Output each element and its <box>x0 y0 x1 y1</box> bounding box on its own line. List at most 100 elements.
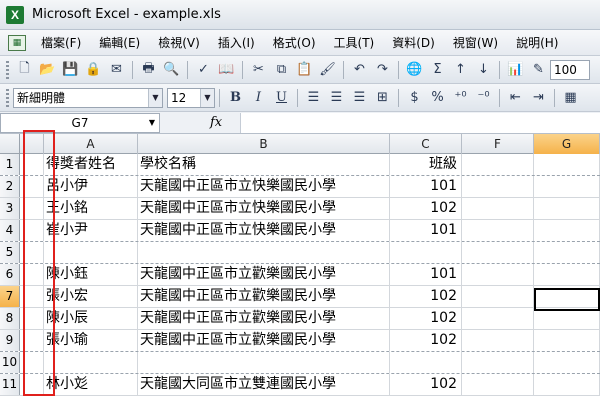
currency-button[interactable]: $ <box>404 87 425 108</box>
cell-class[interactable]: 102 <box>390 286 462 307</box>
cell-g[interactable] <box>534 330 600 351</box>
menu-format[interactable]: 格式(O) <box>264 32 325 54</box>
merge-center-icon[interactable]: ⊞ <box>372 87 393 108</box>
new-icon[interactable]: 🗋 <box>14 59 35 80</box>
cell-name[interactable]: 得獎者姓名 <box>44 154 138 175</box>
cell-g[interactable] <box>534 308 600 329</box>
chart-wizard-icon[interactable]: 📊 <box>505 59 526 80</box>
bold-button[interactable]: B <box>225 87 246 108</box>
row-header[interactable]: 1 <box>0 154 20 175</box>
cell-class[interactable]: 101 <box>390 220 462 241</box>
zoom-box[interactable]: 100 <box>550 59 590 80</box>
open-icon[interactable]: 📂 <box>37 59 58 80</box>
research-icon[interactable]: 📖 <box>216 59 237 80</box>
menu-window[interactable]: 視窗(W) <box>444 32 507 54</box>
format-painter-icon[interactable]: 🖌 <box>317 59 338 80</box>
chevron-down-icon[interactable]: ▼ <box>145 114 159 132</box>
cell-g[interactable] <box>534 264 600 285</box>
cell-name[interactable]: 崔小尹 <box>44 220 138 241</box>
row-header[interactable]: 11 <box>0 374 20 395</box>
cell-class[interactable]: 102 <box>390 308 462 329</box>
toolbar-grip[interactable] <box>6 60 9 79</box>
percent-button[interactable]: % <box>427 87 448 108</box>
drawing-icon[interactable]: ✎ <box>528 59 549 80</box>
cell-class[interactable]: 班級 <box>390 154 462 175</box>
cell-g[interactable] <box>534 198 600 219</box>
column-header-c[interactable]: C <box>390 134 462 154</box>
cell-f[interactable] <box>462 242 534 263</box>
column-header-a[interactable]: A <box>44 134 138 154</box>
font-size-select[interactable]: 12 ▼ <box>167 87 215 108</box>
cell-school[interactable]: 天龍國中正區市立歡樂國民小學 <box>138 286 390 307</box>
insert-function-button[interactable]: fx <box>210 115 240 130</box>
cell-g[interactable] <box>534 176 600 197</box>
cell-school[interactable]: 學校名稱 <box>138 154 390 175</box>
decrease-decimal-icon[interactable]: ⁻⁰ <box>473 87 494 108</box>
cell-class[interactable]: 101 <box>390 176 462 197</box>
cell-name[interactable]: 王小銘 <box>44 198 138 219</box>
redo-icon[interactable]: ↷ <box>372 59 393 80</box>
menu-view[interactable]: 檢視(V) <box>149 32 209 54</box>
italic-button[interactable]: I <box>248 87 269 108</box>
print-preview-icon[interactable]: 🔍 <box>161 59 182 80</box>
cell-school[interactable]: 天龍國中正區市立歡樂國民小學 <box>138 308 390 329</box>
cell-name[interactable] <box>44 352 138 373</box>
cell-name[interactable]: 張小宏 <box>44 286 138 307</box>
print-icon[interactable]: 🖶 <box>138 59 159 80</box>
cell-f[interactable] <box>462 198 534 219</box>
active-cell-g7[interactable] <box>534 288 600 311</box>
cell-class[interactable]: 101 <box>390 264 462 285</box>
cell-f[interactable] <box>462 330 534 351</box>
menu-tools[interactable]: 工具(T) <box>325 32 384 54</box>
row-header[interactable]: 6 <box>0 264 20 285</box>
cell-name[interactable]: 張小瑜 <box>44 330 138 351</box>
row-header[interactable]: 2 <box>0 176 20 197</box>
cell-class[interactable]: 102 <box>390 374 462 395</box>
align-center-icon[interactable]: ☰ <box>326 87 347 108</box>
cell-name[interactable]: 陳小鈺 <box>44 264 138 285</box>
menu-data[interactable]: 資料(D) <box>383 32 444 54</box>
menu-help[interactable]: 說明(H) <box>507 32 567 54</box>
cell-f[interactable] <box>462 374 534 395</box>
cell-school[interactable] <box>138 242 390 263</box>
cell-g[interactable] <box>534 154 600 175</box>
chevron-down-icon[interactable]: ▼ <box>200 88 214 107</box>
cell-f[interactable] <box>462 308 534 329</box>
cell-class[interactable] <box>390 352 462 373</box>
cell-school[interactable]: 天龍國大同區市立雙連國民小學 <box>138 374 390 395</box>
paste-icon[interactable]: 📋 <box>294 59 315 80</box>
cell-name[interactable]: 呂小伊 <box>44 176 138 197</box>
menu-file[interactable]: 檔案(F) <box>32 32 90 54</box>
menu-insert[interactable]: 插入(I) <box>209 32 264 54</box>
row-header[interactable]: 9 <box>0 330 20 351</box>
spelling-icon[interactable]: ✓ <box>193 59 214 80</box>
cell-f[interactable] <box>462 352 534 373</box>
row-header[interactable]: 7 <box>0 286 20 307</box>
row-header[interactable]: 5 <box>0 242 20 263</box>
permission-icon[interactable]: 🔒 <box>83 59 104 80</box>
cell-class[interactable] <box>390 242 462 263</box>
column-header-g[interactable]: G <box>534 134 600 154</box>
decrease-indent-icon[interactable]: ⇤ <box>505 87 526 108</box>
cell-g[interactable] <box>534 352 600 373</box>
row-header[interactable]: 4 <box>0 220 20 241</box>
cell-class[interactable]: 102 <box>390 330 462 351</box>
save-icon[interactable]: 💾 <box>60 59 81 80</box>
font-name-select[interactable]: 新細明體 ▼ <box>13 87 163 108</box>
cell-name[interactable]: 陳小辰 <box>44 308 138 329</box>
cell-school[interactable]: 天龍國中正區市立快樂國民小學 <box>138 220 390 241</box>
cell-school[interactable]: 天龍國中正區市立快樂國民小學 <box>138 198 390 219</box>
cell-school[interactable]: 天龍國中正區市立歡樂國民小學 <box>138 330 390 351</box>
increase-indent-icon[interactable]: ⇥ <box>528 87 549 108</box>
cell-f[interactable] <box>462 220 534 241</box>
cell-f[interactable] <box>462 176 534 197</box>
select-all-corner[interactable] <box>0 134 20 154</box>
cell-name[interactable]: 林小彣 <box>44 374 138 395</box>
cell-name[interactable] <box>44 242 138 263</box>
autosum-icon[interactable]: Σ <box>427 59 448 80</box>
cell-f[interactable] <box>462 264 534 285</box>
cut-icon[interactable]: ✂ <box>248 59 269 80</box>
cell-g[interactable] <box>534 220 600 241</box>
copy-icon[interactable]: ⧉ <box>271 59 292 80</box>
cell-g[interactable] <box>534 374 600 395</box>
